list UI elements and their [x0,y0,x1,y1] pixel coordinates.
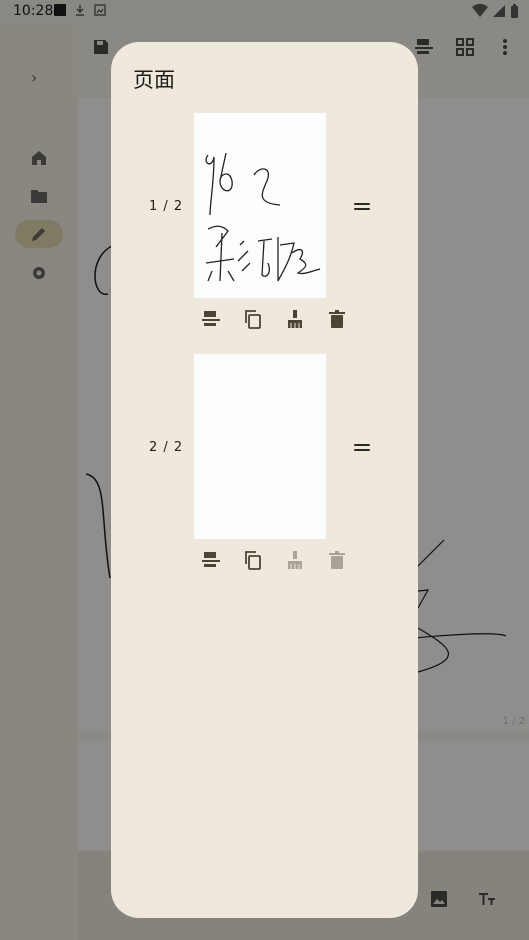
navigation-rail: › [0,24,78,940]
status-bar: 10:28 [0,0,529,24]
clear-page-button[interactable] [274,305,316,333]
download-icon [76,5,84,16]
save-icon[interactable] [92,38,110,56]
trash-icon [329,310,345,328]
canvas-page-indicator: 1 / 2 [502,716,525,727]
page-thumbnail[interactable] [194,113,326,298]
notification-icon [54,4,66,16]
status-time: 10:28 [13,3,54,19]
more-icon[interactable] [502,38,508,56]
duplicate-page-button[interactable] [232,546,274,574]
settings-icon[interactable] [27,261,51,285]
pages-sheet: 页面 1 / 2 2 / 2 [111,42,418,918]
page-setup-button[interactable] [190,546,232,574]
folder-icon[interactable] [27,184,51,208]
handwriting-preview [205,152,321,282]
text-tool-icon[interactable] [478,890,496,908]
delete-page-button[interactable] [316,305,358,333]
home-icon[interactable] [27,146,51,170]
sheet-title: 页面 [133,68,175,92]
page-thumbnail[interactable] [194,354,326,539]
expand-rail-icon[interactable]: › [31,68,37,87]
duplicate-page-button[interactable] [232,305,274,333]
page-layout-icon [202,552,220,567]
battery-icon [511,4,518,18]
delete-page-button [316,546,358,574]
trash-icon [329,551,345,569]
page-setup-button[interactable] [190,305,232,333]
page-layout-icon[interactable] [414,38,434,56]
broom-icon [288,551,302,569]
wifi-icon [472,4,488,17]
insert-image-icon[interactable] [430,890,448,908]
copy-icon [245,551,261,570]
image-notification-icon [94,4,106,16]
page-layout-icon [202,311,220,326]
page-number-label: 1 / 2 [149,199,184,214]
clear-page-button [274,546,316,574]
page-number-label: 2 / 2 [149,440,184,455]
edit-icon[interactable] [27,222,51,246]
signal-icon [493,5,505,17]
copy-icon [245,310,261,329]
drag-handle[interactable] [354,203,370,213]
grid-view-icon[interactable] [456,38,474,56]
broom-icon [288,310,302,328]
drag-handle[interactable] [354,444,370,454]
